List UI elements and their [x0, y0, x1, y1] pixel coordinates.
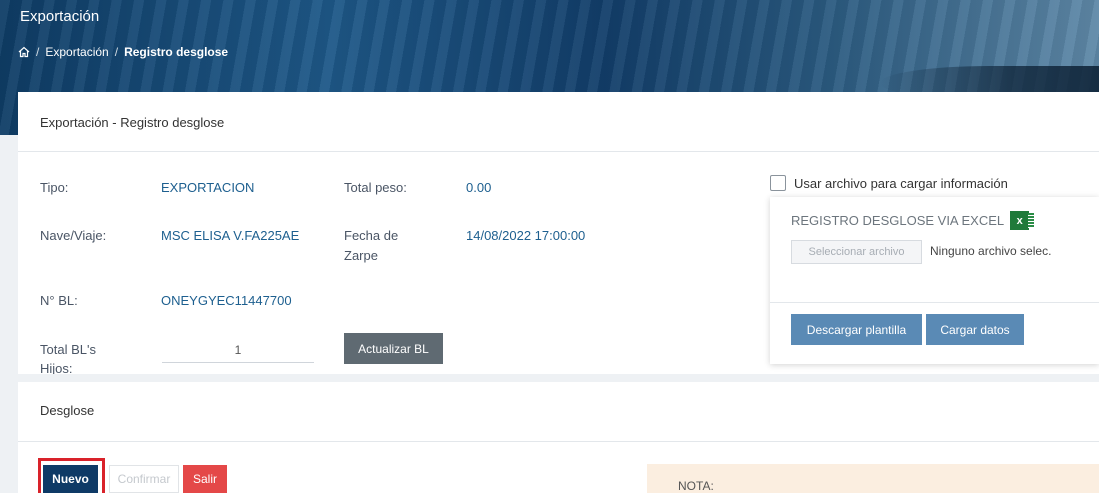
- nuevo-button[interactable]: Nuevo: [43, 465, 98, 493]
- excel-panel-title-text: REGISTRO DESGLOSE VIA EXCEL: [791, 213, 1005, 228]
- page-title: Exportación: [20, 8, 100, 25]
- home-icon[interactable]: [18, 46, 30, 58]
- desglose-title: Desglose: [18, 382, 1099, 442]
- divider: [770, 302, 1099, 303]
- nave-value: MSC ELISA V.FA225AE: [161, 228, 300, 243]
- fecha-value: 14/08/2022 17:00:00: [466, 228, 586, 243]
- card-title: Exportación - Registro desglose: [18, 92, 1099, 152]
- total-hijos-label-line1: Total BL's: [40, 342, 96, 357]
- descargar-plantilla-button[interactable]: Descargar plantilla: [791, 314, 922, 345]
- bl-label: N° BL:: [40, 293, 78, 308]
- bl-value: ONEYGYEC11447700: [161, 293, 292, 308]
- main-card: Exportación - Registro desglose Tipo: EX…: [18, 92, 1099, 493]
- tipo-value: EXPORTACION: [161, 180, 255, 195]
- use-file-checkbox[interactable]: [770, 175, 786, 191]
- breadcrumb: / Exportación / Registro desglose: [18, 45, 228, 59]
- salir-button[interactable]: Salir: [183, 465, 227, 493]
- actualizar-bl-button[interactable]: Actualizar BL: [344, 333, 443, 364]
- confirmar-button: Confirmar: [109, 465, 179, 493]
- file-status-text: Ninguno archivo selec.: [930, 244, 1052, 258]
- select-file-button[interactable]: Seleccionar archivo: [791, 240, 922, 264]
- breadcrumb-separator: /: [114, 45, 119, 59]
- section-separator: [18, 374, 1099, 382]
- tipo-label: Tipo:: [40, 180, 69, 195]
- fecha-label-line1: Fecha de: [344, 228, 399, 243]
- excel-icon: x: [1010, 211, 1035, 230]
- fecha-label-line2: Zarpe: [344, 248, 378, 263]
- excel-upload-panel: REGISTRO DESGLOSE VIA EXCEL x Selecciona…: [770, 197, 1099, 364]
- total-hijos-input[interactable]: [162, 337, 314, 363]
- excel-panel-title: REGISTRO DESGLOSE VIA EXCEL x: [791, 211, 1035, 230]
- nota-box: NOTA:: [647, 464, 1099, 493]
- total-peso-label: Total peso:: [344, 180, 407, 195]
- total-peso-value: 0.00: [466, 180, 492, 195]
- cargar-datos-button[interactable]: Cargar datos: [926, 314, 1024, 345]
- breadcrumb-item-exportacion[interactable]: Exportación: [45, 45, 108, 59]
- use-file-checkbox-row[interactable]: Usar archivo para cargar información: [770, 175, 1008, 191]
- nave-label: Nave/Viaje:: [40, 228, 107, 243]
- nota-label: NOTA:: [678, 479, 714, 493]
- breadcrumb-item-current: Registro desglose: [124, 45, 229, 59]
- breadcrumb-separator: /: [36, 45, 40, 59]
- use-file-checkbox-label[interactable]: Usar archivo para cargar información: [794, 176, 1008, 191]
